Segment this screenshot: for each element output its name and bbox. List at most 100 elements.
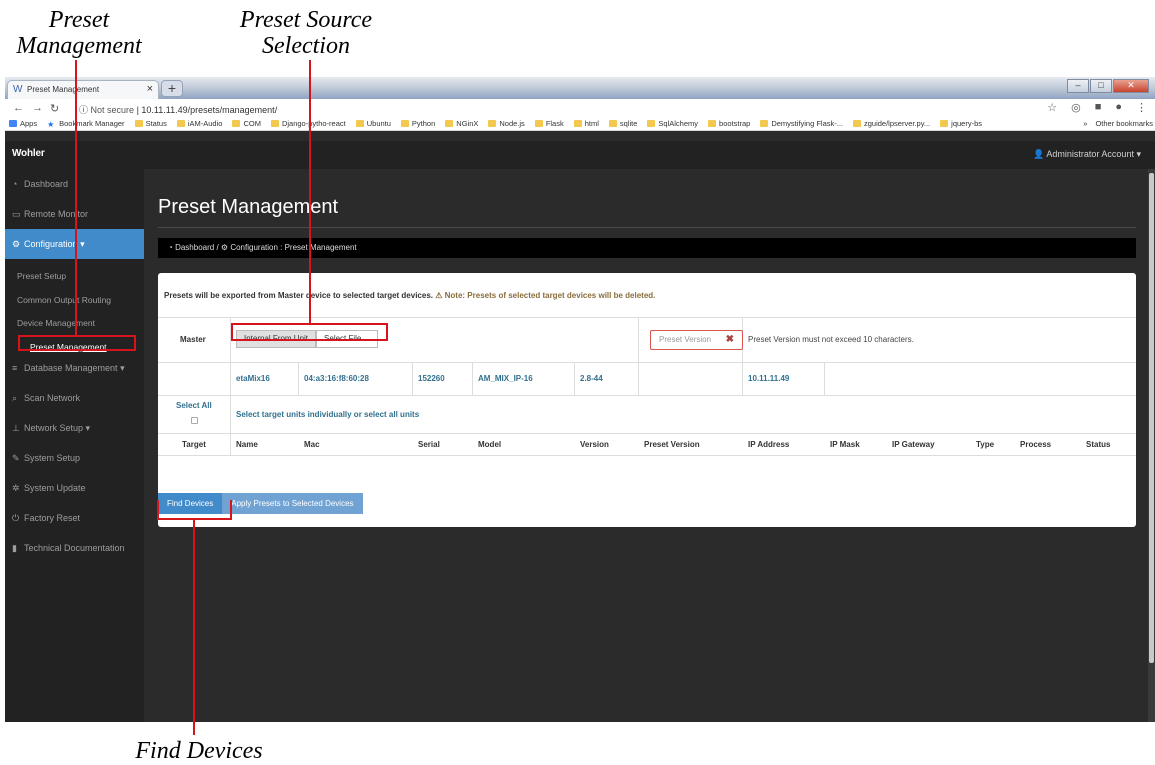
- notice-text: Presets will be exported from Master dev…: [164, 291, 433, 300]
- bookmark-item[interactable]: Python: [400, 119, 436, 128]
- sidebar-item-system-setup[interactable]: ✎ System Setup: [5, 443, 144, 473]
- apply-presets-button[interactable]: Apply Presets to Selected Devices: [222, 493, 363, 514]
- sidebar-item-network-setup[interactable]: ⊥ Network Setup ▾: [5, 413, 144, 443]
- back-arrow-icon[interactable]: ←: [13, 102, 24, 114]
- extension-icon[interactable]: ◎: [1071, 101, 1081, 114]
- bookmark-item[interactable]: sqlite: [608, 119, 637, 128]
- row-divider: [158, 455, 1136, 456]
- browser-tab[interactable]: W Preset Management ×: [7, 80, 159, 99]
- bookmark-label: html: [584, 119, 599, 128]
- reload-icon[interactable]: ↻: [50, 102, 59, 115]
- preset-version-placeholder: Preset Version: [659, 335, 712, 344]
- bookmark-label: SqlAlchemy: [658, 119, 699, 128]
- bookmark-item[interactable]: ★ Bookmark Manager: [47, 119, 124, 129]
- preset-panel: Presets will be exported from Master dev…: [158, 273, 1136, 527]
- bookmark-star-icon[interactable]: ☆: [1047, 101, 1057, 114]
- user-icon: 👤: [1033, 149, 1045, 159]
- profile-icon[interactable]: ●: [1115, 101, 1122, 114]
- gear-icon: ✲: [12, 483, 20, 493]
- bookmark-label: Python: [411, 119, 436, 128]
- bookmark-folder-icon: [573, 120, 582, 127]
- caret-down-icon: ▾: [85, 423, 91, 433]
- scrollbar-thumb[interactable]: [1149, 173, 1154, 663]
- sidebar-item-factory-reset[interactable]: ⏻ Factory Reset: [5, 503, 144, 533]
- bookmark-folder-icon: [647, 120, 656, 127]
- callout-box-find-devices: [157, 500, 232, 520]
- account-menu[interactable]: 👤 Administrator Account ▾: [1033, 149, 1141, 160]
- address-bar-actions: ☆ ◎ ■ ● ⋮: [1047, 101, 1147, 114]
- select-all-checkbox[interactable]: [191, 417, 198, 424]
- bookmarks-overflow[interactable]: »: [1083, 119, 1087, 128]
- bookmark-folder-icon: [134, 120, 143, 127]
- sidebar-sub-preset-setup[interactable]: Preset Setup: [17, 271, 66, 281]
- bookmark-label: jquery-bs: [951, 119, 983, 128]
- bookmark-item[interactable]: jquery-bs: [940, 119, 982, 128]
- bookmark-item[interactable]: Flask: [534, 119, 564, 128]
- bookmark-item[interactable]: COM: [232, 119, 261, 128]
- sidebar-item-system-update[interactable]: ✲ System Update: [5, 473, 144, 503]
- sidebar-sub-device-management[interactable]: Device Management: [17, 318, 95, 328]
- bookmark-item[interactable]: zguide/lpserver.py...: [853, 119, 930, 128]
- sidebar-item-database-management[interactable]: ≡ Database Management ▾: [5, 353, 144, 383]
- window-close-icon[interactable]: ✕: [1113, 79, 1149, 93]
- sidebar-item-technical-documentation[interactable]: ▮ Technical Documentation: [5, 533, 144, 563]
- extension-square-icon[interactable]: ■: [1095, 101, 1102, 114]
- bookmark-label: Apps: [20, 119, 38, 128]
- col-divider: [298, 362, 299, 395]
- bookmark-item[interactable]: Demystifying Flask-...: [760, 119, 843, 128]
- row-divider: [158, 362, 1136, 363]
- sidebar-item-scan-network[interactable]: ⌕ Scan Network: [5, 383, 144, 413]
- col-status: Status: [1086, 440, 1111, 449]
- tab-close-icon[interactable]: ×: [147, 83, 153, 95]
- menu-dots-icon[interactable]: ⋮: [1136, 101, 1147, 114]
- window-controls: – □ ✕: [1067, 79, 1149, 93]
- other-bookmarks[interactable]: » Other bookmarks: [1083, 119, 1153, 128]
- col-divider: [638, 317, 639, 395]
- master-label: Master: [180, 335, 206, 344]
- preset-version-hint: Preset Version must not exceed 10 charac…: [748, 335, 914, 344]
- col-type: Type: [976, 440, 995, 449]
- bookmark-folder-icon: [445, 120, 454, 127]
- bookmark-item[interactable]: Status: [134, 119, 167, 128]
- tab-strip: W Preset Management × + – □ ✕: [5, 77, 1155, 99]
- sidebar-label: Remote Monitor: [24, 209, 89, 219]
- bookmark-item[interactable]: bootstrap: [708, 119, 750, 128]
- master-model: AM_MIX_IP-16: [478, 374, 533, 383]
- bookmark-item[interactable]: iAM-Audio: [176, 119, 222, 128]
- sidebar-label: System Setup: [24, 453, 81, 463]
- bookmark-item[interactable]: Node.js: [488, 119, 525, 128]
- new-tab-button[interactable]: +: [161, 80, 183, 97]
- apps-grid-icon: [9, 120, 17, 127]
- forward-arrow-icon[interactable]: →: [32, 102, 43, 114]
- col-divider: [472, 362, 473, 395]
- info-icon[interactable]: ⓘ: [79, 105, 88, 115]
- bookmark-item[interactable]: Apps: [9, 119, 37, 128]
- maximize-icon[interactable]: □: [1090, 79, 1112, 93]
- screenshot-root: Preset Management Preset Source Selectio…: [0, 0, 1155, 765]
- wohler-logo[interactable]: Wohler: [12, 148, 45, 159]
- bookmark-item[interactable]: NGinX: [445, 119, 478, 128]
- dashboard-icon: ◔: [12, 179, 18, 189]
- breadcrumb-separator: /: [216, 243, 219, 252]
- bookmark-item[interactable]: SqlAlchemy: [647, 119, 698, 128]
- minimize-icon[interactable]: –: [1067, 79, 1089, 93]
- bookmark-item[interactable]: html: [573, 119, 599, 128]
- sidebar-label: Configuration: [24, 239, 78, 249]
- breadcrumb-home[interactable]: Dashboard: [175, 243, 214, 252]
- sidebar-sub-common-output-routing[interactable]: Common Output Routing: [17, 295, 111, 305]
- bookmark-item[interactable]: Ubuntu: [355, 119, 391, 128]
- sidebar-label: Scan Network: [24, 393, 81, 403]
- other-bookmarks-label: Other bookmarks: [1095, 119, 1153, 128]
- preset-version-input[interactable]: Preset Version ✖: [650, 330, 743, 350]
- main-content: Preset Management ◔ Dashboard / ⚙ Config…: [144, 169, 1148, 722]
- database-icon: ≡: [12, 363, 18, 373]
- sidebar-label: System Update: [24, 483, 86, 493]
- col-ip-gateway: IP Gateway: [892, 440, 935, 449]
- callout-box-preset-source: [231, 323, 388, 341]
- clear-icon[interactable]: ✖: [726, 331, 734, 349]
- sidebar-label: Database Management: [24, 363, 118, 373]
- dashboard-icon: ◔: [168, 243, 173, 252]
- col-ip-address: IP Address: [748, 440, 790, 449]
- page-scrollbar[interactable]: [1148, 169, 1155, 722]
- url-field[interactable]: ⓘ Not secure | 10.11.11.49/presets/manag…: [79, 103, 277, 116]
